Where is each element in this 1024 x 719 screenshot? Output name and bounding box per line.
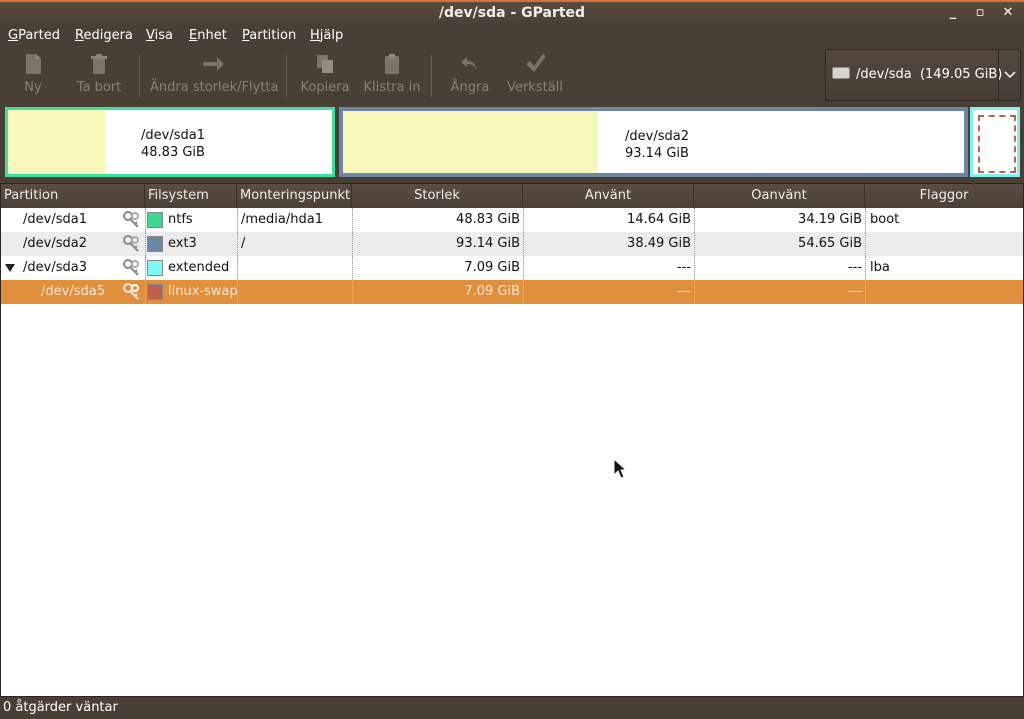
delete-label: Ta bort (76, 80, 122, 95)
status-bar: 0 åtgärder väntar (3, 700, 118, 715)
menu-enhet[interactable]: Enhet (189, 28, 227, 43)
unused-cell: --- (847, 260, 862, 275)
close-button[interactable]: ✕ (997, 3, 1019, 23)
menu-partition[interactable]: Partition (242, 28, 296, 43)
key-icon (123, 235, 139, 252)
unused-cell: 34.19 GiB (798, 212, 862, 227)
key-icon (123, 211, 139, 228)
undo-icon (461, 57, 476, 70)
filesystem-cell: linux-swap (168, 284, 238, 299)
table-row[interactable]: /dev/sda2 ext3 / 93.14 GiB 38.49 GiB 54.… (1, 232, 1023, 256)
menu-redigera[interactable]: Redigera (75, 28, 133, 43)
apply-label: Verkställ (507, 80, 563, 95)
resize-arrow-icon (203, 57, 224, 71)
used-cell: --- (676, 260, 691, 275)
column-header-unused[interactable]: Oanvänt (694, 184, 865, 208)
size-cell: 7.09 GiB (464, 284, 520, 299)
copy-label: Kopiera (300, 80, 350, 95)
filesystem-cell: extended (168, 260, 230, 275)
paste-icon (385, 54, 399, 74)
column-header-mountpoint[interactable]: Monteringspunkt (237, 184, 352, 208)
partition-cell: /dev/sda1 (23, 212, 87, 227)
toolbar-separator (286, 55, 287, 97)
filesystem-color-swatch (147, 284, 163, 300)
column-header-flags[interactable]: Flaggor (865, 184, 1023, 208)
used-space-bar (8, 110, 106, 174)
flags-cell: boot (870, 212, 900, 227)
partition-cell: /dev/sda3 (23, 260, 87, 275)
new-label: Ny (24, 80, 42, 95)
partition-map-label: /dev/sda2 93.14 GiB (625, 129, 689, 161)
filesystem-cell: ntfs (168, 212, 193, 227)
window-title: /dev/sda - GParted (438, 5, 586, 21)
toolbar-separator (139, 55, 140, 97)
filesystem-color-swatch (147, 260, 163, 276)
table-row[interactable]: /dev/sda3 extended 7.09 GiB --- --- lba (1, 256, 1023, 280)
flags-cell: lba (870, 260, 890, 275)
size-cell: 7.09 GiB (464, 260, 520, 275)
title-bar: /dev/sda - GParted _ ▫ ✕ (0, 0, 1024, 25)
apply-button[interactable]: Verkställ (506, 52, 564, 100)
partition-list: Partition Filsystem Monteringspunkt Stor… (0, 183, 1024, 697)
chevron-down-icon (998, 50, 1020, 100)
device-selector-label: /dev/sda (149.05 GiB) (856, 67, 1003, 82)
table-row[interactable]: /dev/sda1 ntfs /media/hda1 48.83 GiB 14.… (1, 208, 1023, 232)
resize-label: Ändra storlek/Flytta (150, 80, 279, 95)
menu-gparted[interactable]: GParted (8, 28, 60, 43)
key-icon (123, 283, 139, 300)
filesystem-color-swatch (147, 212, 163, 228)
paste-label: Klistra in (363, 80, 421, 95)
copy-icon (317, 55, 333, 73)
used-space-bar (343, 111, 598, 173)
partition-map-sda1[interactable]: /dev/sda1 48.83 GiB (5, 107, 335, 177)
used-cell: 38.49 GiB (627, 236, 691, 251)
size-cell: 93.14 GiB (456, 236, 520, 251)
partition-map-sda3[interactable] (970, 107, 1020, 177)
expander-arrow-icon[interactable] (5, 264, 15, 272)
maximize-button[interactable]: ▫ (969, 3, 991, 23)
menu-visa[interactable]: Visa (146, 28, 173, 43)
column-header-used[interactable]: Använt (523, 184, 694, 208)
used-cell: 14.64 GiB (627, 212, 691, 227)
unused-cell: --- (847, 284, 862, 299)
menu-bar: GParted Redigera Visa Enhet Partition Hj… (0, 25, 1024, 47)
partition-map-sda2[interactable]: /dev/sda2 93.14 GiB (339, 107, 968, 177)
unused-cell: 54.65 GiB (798, 236, 862, 251)
partition-cell: /dev/sda2 (23, 236, 87, 251)
mouse-pointer-icon (613, 458, 627, 479)
used-cell: --- (676, 284, 691, 299)
copy-button[interactable]: Kopiera (298, 52, 352, 100)
mountpoint-cell: / (241, 236, 246, 251)
key-icon (123, 259, 139, 276)
delete-button[interactable]: Ta bort (70, 52, 128, 100)
undo-button[interactable]: Ångra (446, 52, 494, 100)
filesystem-cell: ext3 (168, 236, 197, 251)
column-header-partition[interactable]: Partition (1, 184, 145, 208)
paste-button[interactable]: Klistra in (362, 52, 422, 100)
minimize-button[interactable]: _ (942, 3, 964, 23)
device-selector[interactable]: /dev/sda (149.05 GiB) (825, 49, 1021, 101)
trash-icon (91, 54, 107, 74)
menu-hjalp[interactable]: Hjälp (310, 28, 343, 43)
list-header: Partition Filsystem Monteringspunkt Stor… (1, 184, 1023, 208)
partition-map-sda5[interactable] (978, 115, 1016, 173)
checkmark-icon (526, 54, 546, 72)
filesystem-color-swatch (147, 236, 163, 252)
undo-label: Ångra (450, 80, 490, 95)
harddisk-icon (832, 67, 850, 79)
new-button[interactable]: Ny (10, 52, 56, 100)
column-header-filesystem[interactable]: Filsystem (145, 184, 237, 208)
resize-move-button[interactable]: Ändra storlek/Flytta (150, 52, 279, 100)
toolbar-separator (431, 55, 432, 97)
size-cell: 48.83 GiB (456, 212, 520, 227)
column-header-size[interactable]: Storlek (352, 184, 523, 208)
new-icon (26, 54, 41, 74)
partition-cell: /dev/sda5 (41, 284, 105, 299)
table-row-selected[interactable]: /dev/sda5 linux-swap 7.09 GiB --- --- (1, 280, 1023, 304)
partition-map-label: /dev/sda1 48.83 GiB (141, 128, 205, 160)
mountpoint-cell: /media/hda1 (241, 212, 323, 227)
